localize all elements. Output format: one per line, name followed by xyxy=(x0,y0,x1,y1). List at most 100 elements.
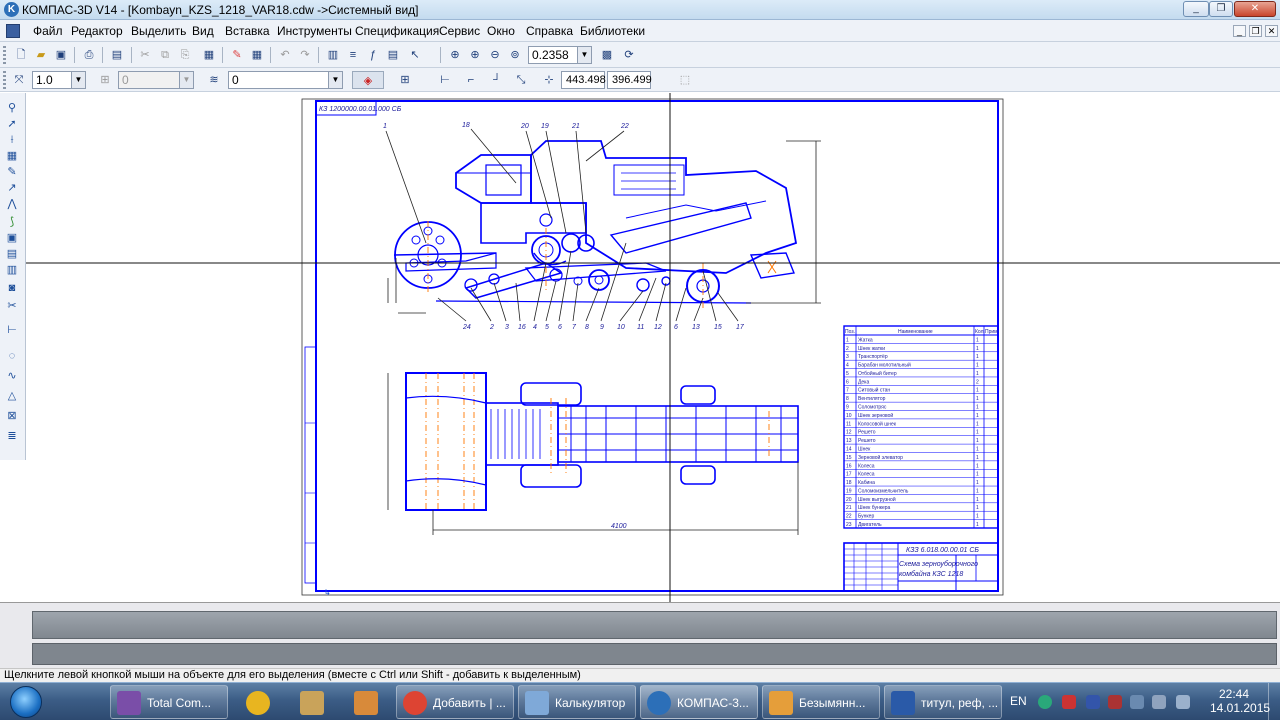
report-tool-icon[interactable]: ◙ xyxy=(5,281,19,295)
marks-tool-icon[interactable]: ⟆ xyxy=(5,215,19,229)
mdi-minimize-button[interactable]: _ xyxy=(1233,25,1246,37)
offset-tool-icon[interactable]: ≣ xyxy=(5,429,19,443)
cut-icon[interactable]: ✂ xyxy=(136,46,154,64)
cursor-icon[interactable]: ⬚ xyxy=(676,71,694,89)
dimension-tool-icon[interactable]: ⟊ xyxy=(5,133,19,147)
shield-icon[interactable] xyxy=(1062,695,1076,709)
properties-strip[interactable] xyxy=(32,611,1277,639)
chevron-down-icon[interactable]: ▼ xyxy=(71,72,85,88)
open-folder-icon[interactable]: ▰ xyxy=(32,46,50,64)
fx-icon[interactable]: ƒ xyxy=(364,46,382,64)
zoom-in-icon[interactable]: ⊕ xyxy=(466,46,484,64)
hidden-icons-icon[interactable] xyxy=(1130,695,1144,709)
taskbar-app-paint[interactable]: Безымянн... xyxy=(762,685,880,719)
view-scale-combo[interactable]: 1.0 ▼ xyxy=(32,71,86,89)
coordinates-icon[interactable]: ⤡ xyxy=(512,71,530,89)
menu-view[interactable]: Вид xyxy=(192,24,214,38)
minimize-button[interactable]: _ xyxy=(1183,1,1209,17)
hatch-tool-icon[interactable]: ▦ xyxy=(5,149,19,163)
properties-icon[interactable]: ▦ xyxy=(200,46,218,64)
taskbar-app-kompas[interactable]: КОМПАС-3... xyxy=(640,685,758,719)
table-icon[interactable]: ▦ xyxy=(248,46,266,64)
undo-icon[interactable]: ↶ xyxy=(276,46,294,64)
edit-tool-icon[interactable]: ✎ xyxy=(5,165,19,179)
spline-tool-icon[interactable]: ∿ xyxy=(5,369,19,383)
manager-icon[interactable]: ▥ xyxy=(324,46,342,64)
toolbar-grip[interactable] xyxy=(3,46,6,64)
chevron-down-icon[interactable]: ▼ xyxy=(328,72,342,88)
volume-icon[interactable] xyxy=(1176,695,1190,709)
new-document-icon[interactable]: 🗋 xyxy=(12,46,30,64)
format-brush-icon[interactable]: ✎ xyxy=(228,46,246,64)
close-button[interactable]: ✕ xyxy=(1234,1,1276,17)
chevron-down-icon[interactable]: ▼ xyxy=(179,72,193,88)
spec-tool-icon[interactable]: ▥ xyxy=(5,263,19,277)
redo-icon[interactable]: ↷ xyxy=(296,46,314,64)
taskbar-app-word[interactable]: титул, реф, ... xyxy=(884,685,1002,719)
toolbar-grip[interactable] xyxy=(3,71,6,89)
measure-tool-icon[interactable]: ▣ xyxy=(5,231,19,245)
menu-specification[interactable]: Спецификация xyxy=(355,24,439,38)
print-icon[interactable]: ⎙ xyxy=(80,46,98,64)
tray-app-icon[interactable] xyxy=(1038,695,1052,709)
mirror-tool-icon[interactable]: ⊠ xyxy=(5,409,19,423)
line-tool-icon[interactable]: ⊢ xyxy=(5,323,19,337)
mdi-restore-button[interactable]: ❐ xyxy=(1249,25,1262,37)
pointer-help-icon[interactable]: ↖ xyxy=(406,46,424,64)
clock[interactable]: 22:44 14.01.2015 xyxy=(1210,687,1270,715)
geometry-tool-icon[interactable]: ↗ xyxy=(5,181,19,195)
menu-file[interactable]: Файл xyxy=(33,24,63,38)
library-manager-icon[interactable]: ▤ xyxy=(384,46,402,64)
maximize-button[interactable]: ❐ xyxy=(1209,1,1233,17)
copy-icon[interactable]: ⧉ xyxy=(156,46,174,64)
taskbar-pinned-app[interactable] xyxy=(340,685,390,719)
drawing-canvas[interactable]: КЗ 1200000.00.01.000 СБ 1 18 20 19 21 22… xyxy=(26,93,1280,602)
polygon-tool-icon[interactable]: △ xyxy=(5,389,19,403)
variables-icon[interactable]: ≡ xyxy=(344,46,362,64)
arc-tool-icon[interactable]: ◌ xyxy=(5,349,19,363)
show-desktop-button[interactable] xyxy=(1268,683,1280,721)
pointer-tool-icon[interactable]: ➚ xyxy=(5,117,19,131)
state-combo[interactable]: 0 ▼ xyxy=(118,71,194,89)
grid-icon[interactable]: ⊞ xyxy=(396,71,414,89)
zoom-scale-combo[interactable]: 0.2358 ▼ xyxy=(528,46,592,64)
system-panel-strip[interactable] xyxy=(32,643,1277,665)
menu-window[interactable]: Окно xyxy=(487,24,515,38)
parametrization-tool-icon[interactable]: ⋀ xyxy=(5,197,19,211)
select-tool-icon[interactable]: ▤ xyxy=(5,247,19,261)
menu-help[interactable]: Справка xyxy=(526,24,573,38)
coord-x-field[interactable]: 443.498 xyxy=(561,71,606,89)
flag-icon[interactable] xyxy=(1086,695,1100,709)
mdi-close-button[interactable]: ✕ xyxy=(1265,25,1278,37)
menu-libraries[interactable]: Библиотеки xyxy=(580,24,645,38)
menu-service[interactable]: Сервис xyxy=(439,24,480,38)
zoom-out-icon[interactable]: ⊖ xyxy=(486,46,504,64)
zoom-scale-icon[interactable]: ⊚ xyxy=(506,46,524,64)
ortho-icon[interactable]: ⌐ xyxy=(462,71,480,89)
show-all-icon[interactable]: ▩ xyxy=(598,46,616,64)
fragment-tool-icon[interactable]: ✂ xyxy=(5,299,19,313)
taskbar-app-total-commander[interactable]: Total Com... xyxy=(110,685,228,719)
zoom-tool-icon[interactable]: ⚲ xyxy=(5,101,19,115)
save-icon[interactable]: ▣ xyxy=(52,46,70,64)
taskbar-app-calculator[interactable]: Калькулятор xyxy=(518,685,636,719)
round-icon[interactable]: ┘ xyxy=(488,71,506,89)
zoom-window-icon[interactable]: ⊕ xyxy=(446,46,464,64)
menu-tools[interactable]: Инструменты xyxy=(277,24,352,38)
snap-magnet-icon[interactable]: ◈ xyxy=(352,71,384,89)
menu-insert[interactable]: Вставка xyxy=(225,24,270,38)
language-indicator[interactable]: EN xyxy=(1010,694,1027,708)
chevron-down-icon[interactable]: ▼ xyxy=(577,47,591,63)
document-icon[interactable] xyxy=(6,24,20,38)
local-cs-icon[interactable]: ⊢ xyxy=(436,71,454,89)
taskbar-pinned-app[interactable] xyxy=(232,685,282,719)
layer-combo[interactable]: 0 ▼ xyxy=(228,71,343,89)
menu-edit[interactable]: Редактор xyxy=(71,24,123,38)
preview-icon[interactable]: ▤ xyxy=(108,46,126,64)
antivirus-icon[interactable] xyxy=(1108,695,1122,709)
network-icon[interactable] xyxy=(1152,695,1166,709)
coord-y-field[interactable]: 396.499 xyxy=(607,71,652,89)
taskbar-app-chrome[interactable]: Добавить | ... xyxy=(396,685,514,719)
menu-select[interactable]: Выделить xyxy=(131,24,186,38)
paste-icon[interactable]: ⎘ xyxy=(176,46,194,64)
